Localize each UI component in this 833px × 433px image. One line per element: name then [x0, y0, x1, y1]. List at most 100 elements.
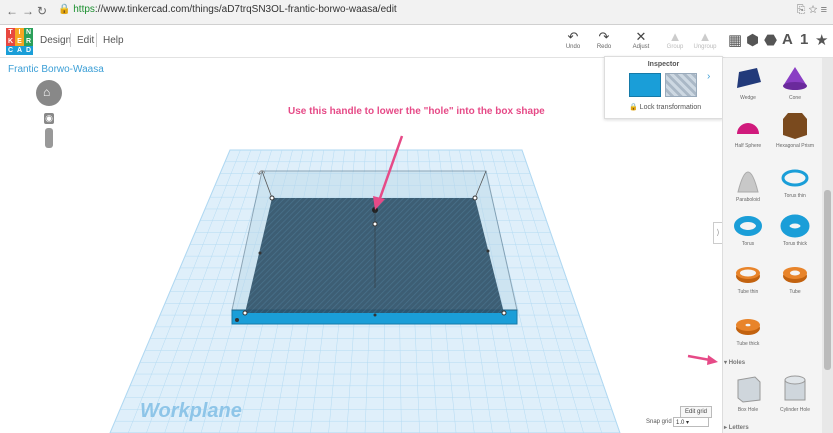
favorites-star-icon[interactable]: ★ [815, 31, 828, 49]
grid-view-icon[interactable]: ▦ [728, 31, 742, 49]
torus-thin-icon [781, 169, 809, 187]
solid-view-icon[interactable]: ⬢ [746, 31, 759, 49]
shape-tube[interactable]: Tube [771, 262, 819, 295]
hexagonal-prism-icon [783, 113, 807, 139]
shape-box-hole[interactable]: Box Hole [724, 374, 772, 413]
view-navigation-control[interactable]: ⌂ [36, 80, 62, 106]
undo-icon: ↶ [567, 29, 579, 44]
logo-letter: C [6, 46, 15, 55]
hole-swatch[interactable] [665, 73, 697, 97]
ungroup-label: Ungroup [693, 44, 717, 50]
shape-view-icon[interactable]: ⬣ [764, 31, 777, 49]
undo-button[interactable]: ↶ Undo [558, 29, 588, 50]
shape-cylinder-hole[interactable]: Cylinder Hole [771, 374, 819, 413]
lock-label: Lock transformation [639, 104, 702, 111]
box-hole-top [245, 198, 504, 313]
shape-label: Wedge [740, 95, 756, 101]
menu-icon[interactable]: ≡ [821, 4, 827, 16]
adjust-button[interactable]: ✕ Adjust [626, 29, 656, 50]
group-button[interactable]: ▲ Group [660, 29, 690, 50]
logo-letter: A [15, 46, 24, 55]
annotation-callout: Use this handle to lower the "hole" into… [288, 106, 545, 117]
shape-label: Torus thick [783, 241, 807, 247]
section-holes-header[interactable]: ▾ Holes [724, 359, 745, 366]
adjust-icon: ✕ [635, 29, 647, 44]
logo-letter: K [6, 37, 15, 46]
menu-divider [96, 33, 97, 47]
back-icon[interactable]: ← [6, 4, 18, 18]
numbers-icon[interactable]: 1 [800, 31, 808, 48]
tinkercad-logo[interactable]: TINKERCAD [6, 28, 33, 55]
shape-label: Tube thin [737, 289, 759, 295]
shape-label: Half Sphere [734, 143, 762, 149]
shape-torus-thin[interactable]: Torus thin [771, 166, 819, 199]
shape-cone[interactable]: Cone [771, 66, 819, 101]
shape-hexagonal-prism[interactable]: Hexagonal Prism [771, 110, 819, 149]
shape-label: Paraboloid [736, 197, 760, 203]
redo-button[interactable]: ↷ Redo [589, 29, 619, 50]
forward-icon[interactable]: → [22, 4, 34, 18]
address-bar[interactable]: 🔒 https://www.tinkercad.com/things/aD7tr… [58, 4, 397, 15]
menu-design[interactable]: Design [40, 35, 71, 46]
logo-letter: R [24, 37, 33, 46]
logo-letter: I [15, 28, 24, 37]
panel-scrollbar-thumb[interactable] [824, 190, 831, 370]
lock-icon: 🔒 [629, 104, 638, 111]
browser-actions: ⎘ ☆ ≡ [797, 4, 827, 17]
section-letters-header[interactable]: ▸ Letters [724, 424, 749, 431]
shape-torus[interactable]: Torus [724, 214, 772, 247]
browser-toolbar: ← → ↻ 🔒 https://www.tinkercad.com/things… [0, 0, 833, 25]
logo-letter: N [24, 28, 33, 37]
holes-pointer-arrow [687, 354, 718, 365]
home-icon[interactable]: ⌂ [43, 85, 50, 99]
tube-thick-icon [736, 319, 760, 335]
snap-grid-value: 1.0 [676, 420, 685, 426]
shape-label: Tube thick [736, 341, 760, 347]
zoom-slider[interactable] [45, 128, 53, 148]
menu-divider [70, 33, 71, 47]
panel-collapse-handle[interactable]: ⟩ [713, 222, 722, 244]
shape-label: Cone [789, 95, 801, 101]
inspector-panel: Inspector › 🔒 Lock transformation [604, 56, 723, 119]
workplane-label: Workplane [140, 400, 242, 422]
solid-color-swatch[interactable] [629, 73, 661, 97]
cylinder-hole-icon [784, 375, 806, 401]
inspector-title: Inspector [647, 61, 680, 68]
shape-label: Tube [789, 289, 801, 295]
letters-icon[interactable]: A [782, 31, 793, 48]
shape-half-sphere[interactable]: Half Sphere [724, 114, 772, 149]
url-scheme: https [73, 4, 95, 15]
shape-torus-thick[interactable]: Torus thick [771, 214, 819, 247]
paraboloid-icon [737, 171, 759, 193]
torus-thick-icon [780, 214, 810, 238]
snap-grid-label: Snap grid [646, 419, 672, 425]
translate-icon[interactable]: ⎘ [797, 4, 806, 16]
box-hole-icon [737, 376, 761, 403]
adjust-label: Adjust [632, 44, 650, 50]
reload-icon[interactable]: ↻ [37, 4, 47, 18]
shape-tube-thin[interactable]: Tube thin [724, 262, 772, 295]
shape-label: Torus [741, 241, 755, 247]
lock-icon: 🔒 [58, 4, 71, 15]
shape-wedge[interactable]: Wedge [724, 66, 772, 101]
snap-grid-select[interactable]: 1.0 ▾ [673, 417, 709, 427]
section-letters-label: Letters [728, 425, 749, 431]
lock-transformation-toggle[interactable]: 🔒 Lock transformation [629, 103, 701, 111]
svg-text:↶: ↶ [257, 169, 265, 180]
menu-edit[interactable]: Edit [77, 35, 94, 46]
ungroup-button[interactable]: ▲ Ungroup [690, 29, 720, 50]
ungroup-icon: ▲ [698, 29, 712, 44]
project-title[interactable]: Frantic Borwo-Waasa [8, 64, 104, 75]
shape-paraboloid[interactable]: Paraboloid [724, 162, 772, 203]
group-label: Group [666, 44, 684, 50]
fit-view-button[interactable]: ◉ [44, 113, 54, 124]
menu-help[interactable]: Help [103, 35, 124, 46]
shape-tube-thick[interactable]: Tube thick [724, 314, 772, 347]
logo-letter: E [15, 37, 24, 46]
bookmark-star-icon[interactable]: ☆ [809, 4, 818, 16]
section-holes-label: Holes [728, 360, 746, 366]
redo-icon: ↷ [598, 29, 610, 44]
cone-icon [783, 67, 807, 90]
shape-label: Box Hole [737, 407, 759, 413]
chevron-right-icon[interactable]: › [707, 71, 710, 82]
